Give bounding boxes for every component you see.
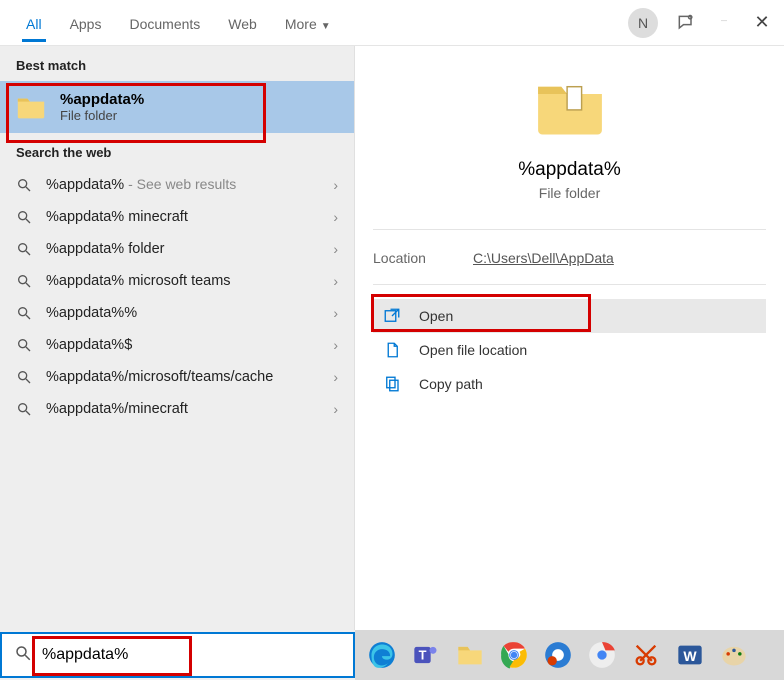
avatar[interactable]: N [628, 8, 658, 38]
tab-all[interactable]: All [12, 4, 56, 42]
preview-title: %appdata% [373, 159, 766, 181]
open-label: Open [419, 308, 453, 324]
edge-icon[interactable] [365, 638, 399, 672]
chrome-beta-icon[interactable] [585, 638, 619, 672]
search-icon [16, 369, 32, 385]
search-icon [16, 273, 32, 289]
app-icon[interactable] [541, 638, 575, 672]
suggestion-text: %appdata%% [46, 305, 319, 321]
folder-icon [535, 78, 605, 136]
snip-tool-icon[interactable] [629, 638, 663, 672]
teams-icon[interactable]: T [409, 638, 443, 672]
web-suggestion[interactable]: %appdata% minecraft › [0, 201, 354, 233]
chevron-right-icon: › [333, 337, 338, 353]
search-icon [16, 177, 32, 193]
annotation-highlight [371, 294, 591, 332]
web-suggestion[interactable]: %appdata%/microsoft/teams/cache › [0, 361, 354, 393]
web-suggestion[interactable]: %appdata%/minecraft › [0, 393, 354, 425]
chevron-right-icon: › [333, 273, 338, 289]
search-icon [16, 401, 32, 417]
copy-icon [383, 375, 401, 393]
chevron-right-icon: › [333, 241, 338, 257]
web-suggestion[interactable]: %appdata% microsoft teams › [0, 265, 354, 297]
best-match-text: %appdata% File folder [60, 91, 144, 123]
svg-text:T: T [419, 648, 427, 663]
suggestion-text: %appdata% minecraft [46, 209, 319, 225]
tab-more[interactable]: More ▼ [271, 4, 345, 42]
svg-text:W: W [683, 648, 697, 664]
open-file-location-action[interactable]: Open file location [373, 333, 766, 367]
taskbar-tray: T W [355, 630, 784, 680]
web-suggestion[interactable]: %appdata%$ › [0, 329, 354, 361]
divider [373, 284, 766, 285]
search-icon [14, 644, 32, 667]
best-match-title: %appdata% [60, 91, 144, 108]
best-match-subtitle: File folder [60, 108, 144, 123]
header: All Apps Documents Web More ▼ N ✕ [0, 0, 784, 46]
chevron-right-icon: › [333, 177, 338, 193]
search-box[interactable] [0, 632, 355, 678]
location-row: Location C:\Users\Dell\AppData [373, 244, 766, 272]
search-icon [16, 305, 32, 321]
suggestion-text: %appdata% microsoft teams [46, 273, 319, 289]
chevron-right-icon: › [333, 305, 338, 321]
chrome-icon[interactable] [497, 638, 531, 672]
chevron-right-icon: › [333, 209, 338, 225]
search-input[interactable] [42, 646, 341, 664]
tab-more-label: More [285, 16, 317, 32]
tab-apps[interactable]: Apps [56, 4, 116, 42]
suggestion-text: %appdata%/microsoft/teams/cache [46, 369, 319, 385]
location-label: Location [373, 250, 473, 266]
more-icon[interactable] [714, 13, 734, 33]
web-suggestion[interactable]: %appdata%% › [0, 297, 354, 329]
open-icon [383, 307, 401, 325]
search-icon [16, 337, 32, 353]
tab-web[interactable]: Web [214, 4, 271, 42]
chevron-right-icon: › [333, 369, 338, 385]
taskbar: T W [0, 630, 784, 680]
folder-icon [16, 95, 46, 119]
location-link[interactable]: C:\Users\Dell\AppData [473, 250, 614, 266]
best-match-item[interactable]: %appdata% File folder [0, 81, 354, 133]
open-file-location-label: Open file location [419, 342, 527, 358]
suggestion-text: %appdata%$ [46, 337, 319, 353]
suggestion-text: %appdata% - See web results [46, 176, 319, 193]
chevron-down-icon: ▼ [321, 21, 331, 32]
header-right: N ✕ [628, 8, 772, 38]
tab-documents[interactable]: Documents [115, 4, 214, 42]
preview-subtitle: File folder [373, 185, 766, 201]
open-action[interactable]: Open [373, 299, 766, 333]
search-icon [16, 241, 32, 257]
copy-path-label: Copy path [419, 376, 483, 392]
suggestion-text: %appdata% folder [46, 241, 319, 257]
web-suggestion[interactable]: %appdata% - See web results › [0, 168, 354, 201]
close-icon[interactable]: ✕ [752, 13, 772, 33]
divider [373, 229, 766, 230]
best-match-heading: Best match [0, 46, 354, 81]
word-icon[interactable]: W [673, 638, 707, 672]
file-location-icon [383, 341, 401, 359]
chevron-right-icon: › [333, 401, 338, 417]
header-tabs: All Apps Documents Web More ▼ [12, 4, 345, 42]
results-panel: Best match %appdata% File folder Search … [0, 46, 354, 630]
paint-icon[interactable] [717, 638, 751, 672]
search-icon [16, 209, 32, 225]
feedback-icon[interactable] [676, 13, 696, 33]
suggestion-text: %appdata%/minecraft [46, 401, 319, 417]
web-suggestion[interactable]: %appdata% folder › [0, 233, 354, 265]
copy-path-action[interactable]: Copy path [373, 367, 766, 401]
preview-panel: %appdata% File folder Location C:\Users\… [354, 46, 784, 630]
file-explorer-icon[interactable] [453, 638, 487, 672]
search-web-heading: Search the web [0, 133, 354, 168]
